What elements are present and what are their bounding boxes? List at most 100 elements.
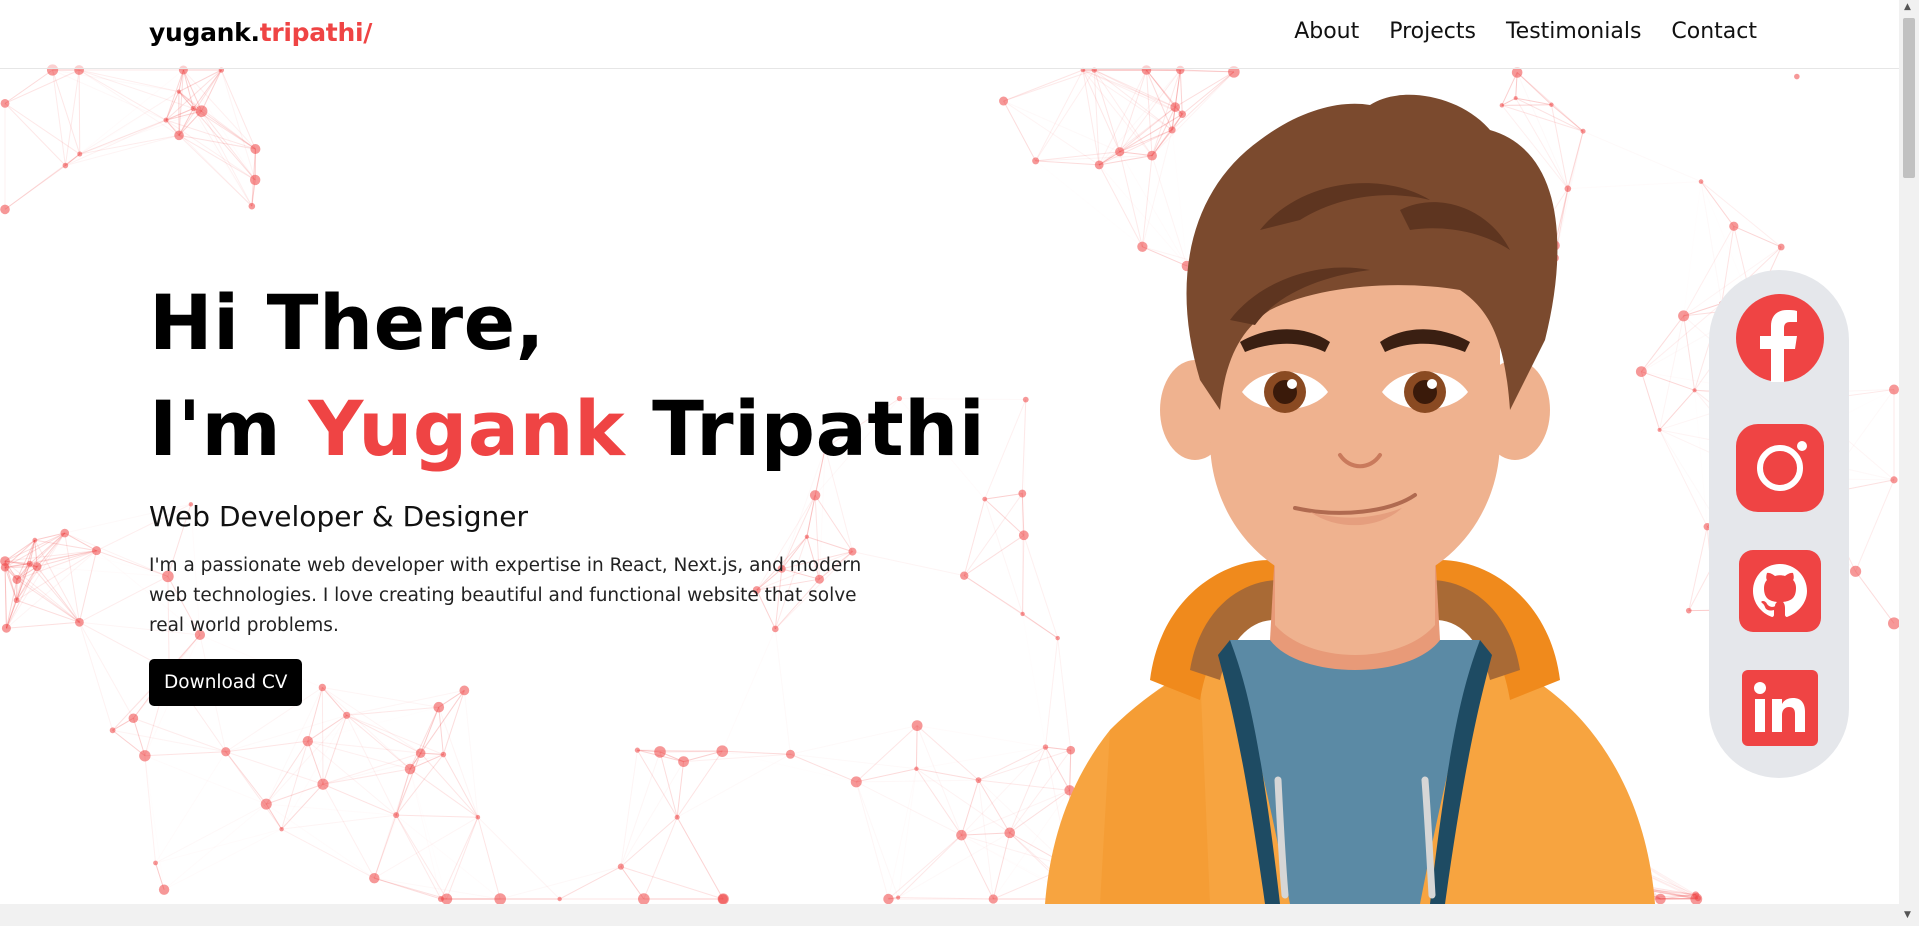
network-link	[201, 69, 222, 112]
network-node	[1777, 243, 1785, 251]
network-node	[12, 574, 22, 584]
instagram-icon	[1736, 424, 1824, 512]
scroll-thumb[interactable]	[1903, 18, 1915, 178]
network-link	[1733, 225, 1782, 248]
scroll-up-icon[interactable]: ▲	[1904, 2, 1911, 12]
hero-subtitle: Web Developer & Designer	[149, 500, 528, 533]
network-link	[1855, 571, 1895, 624]
network-node	[1678, 310, 1690, 322]
network-link	[221, 70, 251, 206]
network-link	[78, 550, 97, 623]
network-node	[557, 896, 562, 902]
scroll-down-icon[interactable]: ▼	[1904, 910, 1911, 920]
network-node	[77, 151, 83, 157]
facebook-icon	[1736, 294, 1824, 382]
network-link	[440, 817, 479, 900]
network-link	[52, 69, 66, 166]
network-link	[856, 768, 917, 783]
download-cv-button[interactable]: Download CV	[149, 659, 303, 706]
horizontal-scrollbar[interactable]	[0, 904, 1899, 926]
network-node	[415, 748, 426, 758]
network-node	[716, 745, 729, 757]
network-node	[1022, 396, 1029, 403]
network-link	[410, 769, 447, 899]
network-link	[620, 761, 684, 867]
network-link	[790, 726, 917, 755]
network-node	[369, 872, 380, 884]
network-node	[302, 735, 313, 747]
github-button[interactable]	[1739, 550, 1821, 636]
network-node	[62, 162, 69, 169]
network-link	[855, 781, 889, 900]
network-link	[179, 92, 252, 207]
nav-contact[interactable]: Contact	[1671, 19, 1757, 44]
network-link	[346, 715, 397, 816]
network-node	[1850, 565, 1862, 577]
network-link	[281, 741, 309, 830]
avatar-illustration	[1045, 94, 1655, 904]
network-node	[279, 826, 284, 832]
network-link	[145, 756, 164, 890]
network-link	[500, 866, 622, 900]
network-link	[396, 814, 478, 818]
network-node	[249, 174, 261, 186]
navbar: yugank.tripathi/ About Projects Testimon…	[0, 0, 1899, 69]
nav-projects[interactable]: Projects	[1389, 19, 1476, 44]
network-node	[1018, 530, 1029, 541]
network-node	[393, 812, 400, 819]
vertical-scrollbar[interactable]: ▲ ▼	[1899, 0, 1919, 926]
network-node	[494, 893, 507, 904]
network-link	[155, 803, 267, 864]
network-link	[477, 817, 501, 900]
network-node	[1032, 157, 1040, 165]
network-node	[883, 893, 894, 904]
network-link	[683, 753, 791, 763]
network-link	[1003, 100, 1037, 162]
brand-logo[interactable]: yugank.tripathi/	[149, 18, 372, 47]
network-node	[914, 766, 919, 771]
network-node	[441, 893, 453, 904]
network-node	[32, 562, 42, 572]
network-link	[6, 621, 80, 629]
network-link	[915, 725, 918, 769]
linkedin-button[interactable]	[1742, 670, 1818, 750]
instagram-button[interactable]	[1736, 424, 1824, 516]
nav-testimonials[interactable]: Testimonials	[1506, 19, 1641, 44]
network-link	[992, 832, 1011, 900]
network-link	[978, 746, 1046, 781]
network-link	[225, 751, 324, 785]
network-node	[0, 98, 10, 108]
network-node	[139, 750, 151, 762]
network-node	[158, 884, 170, 895]
network-link	[4, 69, 80, 104]
network-link	[984, 493, 1023, 500]
network-node	[343, 711, 351, 719]
network-node	[60, 528, 70, 538]
network-link	[164, 804, 266, 890]
network-link	[856, 779, 979, 783]
hero-name-line: I'm Yugank Tripathi	[149, 376, 985, 482]
network-link	[677, 754, 790, 817]
network-link	[855, 781, 899, 898]
network-node	[317, 778, 329, 790]
network-node	[617, 863, 624, 870]
network-link	[144, 751, 226, 757]
network-node	[896, 895, 901, 900]
network-node	[1729, 221, 1739, 231]
network-node	[1004, 827, 1016, 839]
network-link	[984, 399, 1027, 500]
network-node	[440, 751, 447, 758]
network-link	[396, 815, 500, 899]
network-link	[916, 725, 979, 781]
network-link	[420, 752, 479, 818]
facebook-button[interactable]	[1736, 294, 1824, 386]
network-link	[916, 768, 979, 781]
network-node	[190, 105, 197, 112]
nav-about[interactable]: About	[1294, 19, 1359, 44]
network-node	[1889, 384, 1899, 395]
network-link	[78, 69, 81, 155]
network-link	[4, 103, 66, 166]
network-link	[112, 729, 146, 757]
network-link	[281, 814, 397, 830]
network-node	[176, 89, 181, 94]
